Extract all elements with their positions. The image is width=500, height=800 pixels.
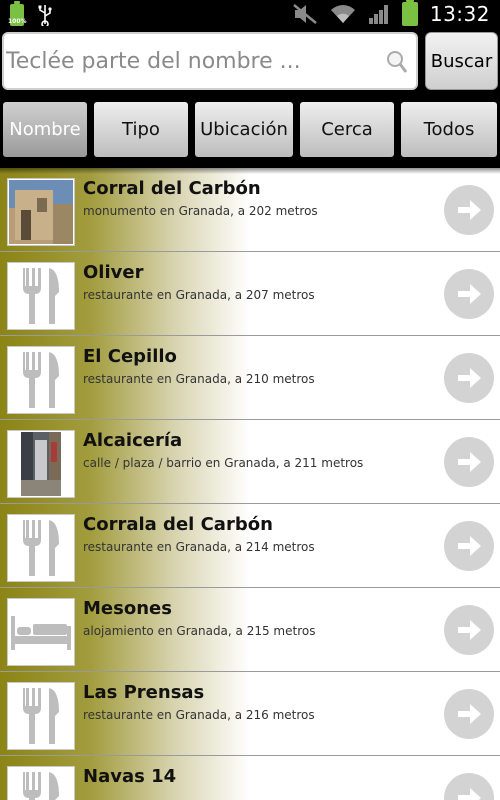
list-item[interactable]: Corrala del Carbón restaurante en Granad… [0,504,500,588]
search-icon[interactable] [386,50,408,78]
battery-percent: 100% [8,18,27,25]
filter-tipo[interactable]: Tipo [94,102,188,157]
list-item[interactable]: Las Prensas restaurante en Granada, a 21… [0,672,500,756]
search-area: Buscar [0,32,500,94]
search-button[interactable]: Buscar [425,32,498,90]
list-item[interactable]: Oliver restaurante en Granada, a 207 met… [0,252,500,336]
filter-nombre[interactable]: Nombre [3,102,87,157]
list-item[interactable]: El Cepillo restaurante en Granada, a 210… [0,336,500,420]
filter-ubicacion[interactable]: Ubicación [195,102,293,157]
clock: 13:32 [429,2,490,26]
list-item[interactable]: Mesones alojamiento en Granada, a 215 me… [0,588,500,672]
filter-todos[interactable]: Todos [401,102,497,157]
place-detail: monumento en Granada, a 202 metros [83,204,318,218]
filter-bar: Nombre Tipo Ubicación Cerca Todos [0,98,500,160]
fork-knife-icon [7,766,75,800]
fork-knife-icon [7,262,75,330]
signal-icon [368,3,390,25]
place-detail: restaurante en Granada, a 207 metros [83,288,315,302]
arrow-right-icon[interactable] [444,773,494,800]
list-top-shadow [0,160,500,174]
place-detail: restaurante en Granada, a 210 metros [83,372,315,386]
fork-knife-icon [7,514,75,582]
arrow-right-icon[interactable] [444,437,494,487]
place-name: Corrala del Carbón [83,514,273,535]
battery-full-icon: 100% [8,1,27,26]
place-name: Mesones [83,598,172,619]
place-detail: restaurante en Granada, a 216 metros [83,708,315,722]
arrow-right-icon[interactable] [444,521,494,571]
place-name: Navas 14 [83,766,177,787]
place-detail: alojamiento en Granada, a 215 metros [83,624,316,638]
list-item[interactable]: Alcaicería calle / plaza / barrio en Gra… [0,420,500,504]
battery-icon [401,0,418,26]
places-list[interactable]: Corral del Carbón monumento en Granada, … [0,168,500,800]
place-name: El Cepillo [83,346,177,367]
list-item[interactable]: Corral del Carbón monumento en Granada, … [0,168,500,252]
arrow-right-icon[interactable] [444,269,494,319]
arrow-right-icon[interactable] [444,185,494,235]
place-detail: calle / plaza / barrio en Granada, a 211… [83,456,364,470]
arrow-right-icon[interactable] [444,605,494,655]
place-name: Alcaicería [83,430,183,451]
status-bar: 100% 13:32 [0,0,500,32]
thumbnail-photo [7,178,75,246]
mute-icon [292,3,318,25]
filter-cerca[interactable]: Cerca [300,102,394,157]
search-field[interactable] [2,32,418,90]
arrow-right-icon[interactable] [444,353,494,403]
place-name: Corral del Carbón [83,178,261,199]
wifi-icon [330,3,356,25]
thumbnail-photo [7,430,75,498]
usb-icon [38,4,52,26]
fork-knife-icon [7,346,75,414]
bed-icon [7,598,75,666]
list-item[interactable]: Navas 14 [0,756,500,800]
place-detail: restaurante en Granada, a 214 metros [83,540,315,554]
search-input[interactable] [6,34,386,88]
fork-knife-icon [7,682,75,750]
arrow-right-icon[interactable] [444,689,494,739]
place-name: Las Prensas [83,682,205,703]
place-name: Oliver [83,262,144,283]
